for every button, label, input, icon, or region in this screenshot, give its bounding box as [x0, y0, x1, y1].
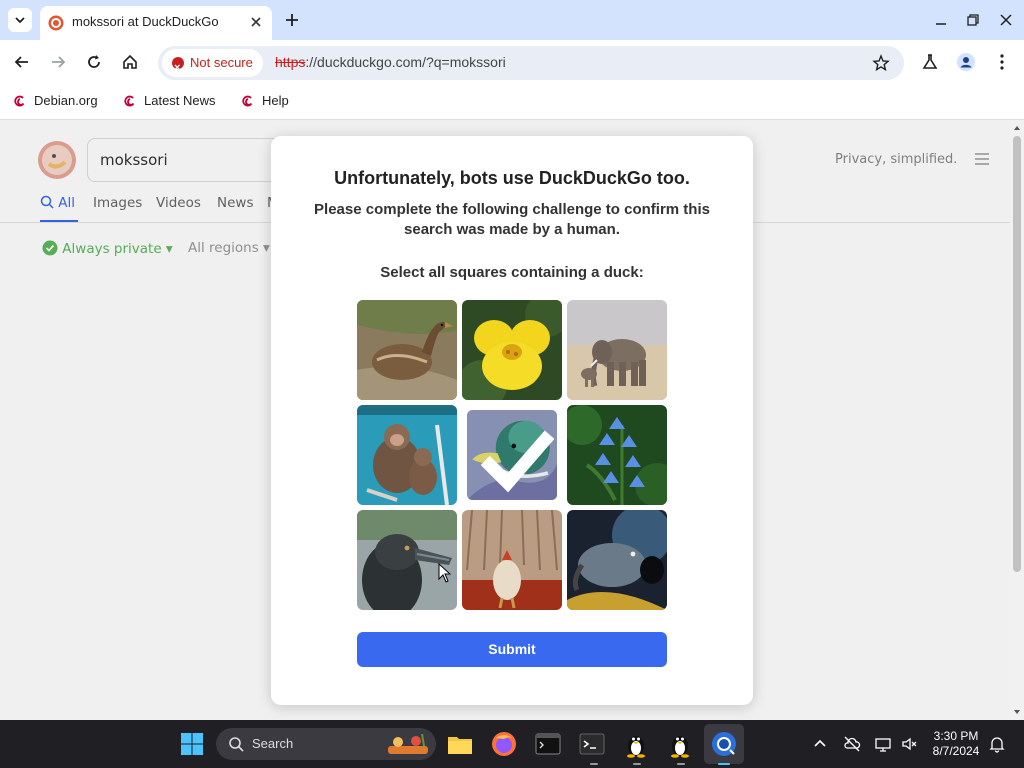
- search-icon: [229, 737, 244, 752]
- yellow-flower-image: [462, 300, 562, 400]
- url-text[interactable]: https://duckduckgo.com/?q=mokssori: [275, 54, 506, 70]
- file-explorer-icon[interactable]: [446, 730, 474, 758]
- minimize-icon[interactable]: [933, 12, 949, 28]
- not-secure-chip[interactable]: Not secure: [162, 49, 263, 82]
- restore-icon[interactable]: [965, 12, 981, 28]
- debian-swirl-icon: [242, 95, 253, 107]
- address-bar[interactable]: Not secure https://duckduckgo.com/?q=mok…: [158, 46, 904, 82]
- taskbar-search-box[interactable]: Search: [216, 728, 436, 760]
- scroll-down-arrow-icon[interactable]: [1013, 708, 1021, 716]
- taskbar-search-label: Search: [252, 736, 294, 751]
- chevron-up-icon[interactable]: [811, 735, 829, 753]
- clock-time: 3:30 PM: [933, 729, 979, 743]
- challenge-tile-duck-head-profile[interactable]: [357, 510, 457, 610]
- bookmarks-bar: Debian.org Latest News Help: [0, 84, 1024, 120]
- page-content: mokssori Privacy, simplified. All Images…: [0, 120, 1010, 720]
- volume-muted-icon[interactable]: [900, 735, 918, 753]
- elephants-image: [567, 300, 667, 400]
- windows-start-icon[interactable]: [178, 730, 206, 758]
- url-rest: ://duckduckgo.com/?q=mokssori: [305, 54, 506, 70]
- warning-icon: [172, 54, 184, 82]
- back-icon[interactable]: [12, 52, 32, 72]
- url-scheme: https: [275, 54, 306, 70]
- challenge-tile-chickens[interactable]: [462, 510, 562, 610]
- duckduckgo-favicon-icon: [48, 15, 64, 31]
- browser-toolbar: Not secure https://duckduckgo.com/?q=mok…: [0, 40, 1024, 84]
- running-indicator: [677, 763, 685, 765]
- tab-search-button[interactable]: [8, 8, 32, 32]
- debian-swirl-icon: [14, 95, 25, 107]
- close-tab-icon[interactable]: [248, 14, 264, 30]
- submit-button[interactable]: Submit: [357, 632, 667, 667]
- close-window-icon[interactable]: [998, 12, 1014, 28]
- running-indicator: [633, 763, 641, 765]
- challenge-tile-elephants[interactable]: [567, 300, 667, 400]
- kebab-menu-icon[interactable]: [992, 52, 1012, 72]
- forward-icon[interactable]: [48, 52, 68, 72]
- bookmark-latest-news[interactable]: Latest News: [122, 92, 216, 110]
- clock-date: 8/7/2024: [932, 744, 980, 758]
- running-indicator: [590, 763, 598, 765]
- bookmark-star-icon[interactable]: [872, 54, 890, 72]
- search-highlight-icon: [388, 733, 428, 754]
- command-prompt-icon[interactable]: [578, 730, 606, 758]
- notification-bell-icon[interactable]: [988, 735, 1006, 753]
- tab-strip: mokssori at DuckDuckGo: [0, 0, 1024, 40]
- chevron-down-icon: [15, 17, 25, 24]
- firefox-icon[interactable]: [490, 730, 518, 758]
- browser-tab[interactable]: mokssori at DuckDuckGo: [40, 6, 272, 40]
- bluebells-image: [567, 405, 667, 505]
- clock[interactable]: 3:30 PM 8/7/2024: [926, 729, 986, 759]
- not-secure-label: Not secure: [190, 55, 253, 70]
- challenge-subtitle: Please complete the following challenge …: [314, 201, 710, 238]
- tab-title: mokssori at DuckDuckGo: [72, 14, 219, 29]
- challenge-tile-duck-on-rocks[interactable]: [357, 300, 457, 400]
- cloud-offline-icon[interactable]: [843, 735, 861, 753]
- linux-penguin-icon[interactable]: [622, 730, 650, 758]
- profile-avatar-icon[interactable]: [956, 52, 976, 72]
- scrollbar-thumb[interactable]: [1013, 136, 1021, 572]
- reload-icon[interactable]: [84, 52, 104, 72]
- terminal-app-icon[interactable]: [534, 730, 562, 758]
- challenge-grid: [357, 300, 667, 610]
- bird-dark-image: [567, 510, 667, 610]
- bookmark-label: Latest News: [144, 93, 216, 108]
- bot-challenge-modal: Unfortunately, bots use DuckDuckGo too. …: [271, 136, 753, 705]
- bookmark-help[interactable]: Help: [240, 92, 289, 110]
- bookmark-label: Help: [262, 93, 289, 108]
- new-tab-icon[interactable]: [282, 10, 302, 30]
- bookmark-label: Debian.org: [34, 93, 98, 108]
- chrome-browser-icon[interactable]: [710, 730, 738, 758]
- duck-head-profile-image: [357, 510, 457, 610]
- network-icon[interactable]: [874, 735, 892, 753]
- challenge-tile-mallard-head[interactable]: [467, 410, 557, 500]
- debian-swirl-icon: [124, 95, 135, 107]
- challenge-prompt: Select all squares containing a duck:: [380, 264, 644, 281]
- mouse-cursor-icon: [438, 563, 452, 583]
- labs-flask-icon[interactable]: [920, 52, 940, 72]
- selected-check-icon: [480, 430, 555, 493]
- challenge-tile-monkeys[interactable]: [357, 405, 457, 505]
- home-icon[interactable]: [120, 52, 140, 72]
- bookmark-debian[interactable]: Debian.org: [12, 92, 98, 110]
- monkeys-image: [357, 405, 457, 505]
- duck-on-rocks-image: [357, 300, 457, 400]
- vertical-scrollbar[interactable]: [1010, 120, 1024, 720]
- challenge-tile-yellow-flower[interactable]: [462, 300, 562, 400]
- linux-penguin-icon[interactable]: [666, 730, 694, 758]
- taskbar: Search 3:30 PM 8/7/2024: [0, 720, 1024, 768]
- challenge-tile-bluebells[interactable]: [567, 405, 667, 505]
- challenge-tile-bird-dark[interactable]: [567, 510, 667, 610]
- active-indicator: [718, 763, 730, 765]
- challenge-title: Unfortunately, bots use DuckDuckGo too.: [334, 168, 690, 188]
- scroll-up-arrow-icon[interactable]: [1013, 124, 1021, 132]
- chickens-image: [462, 510, 562, 610]
